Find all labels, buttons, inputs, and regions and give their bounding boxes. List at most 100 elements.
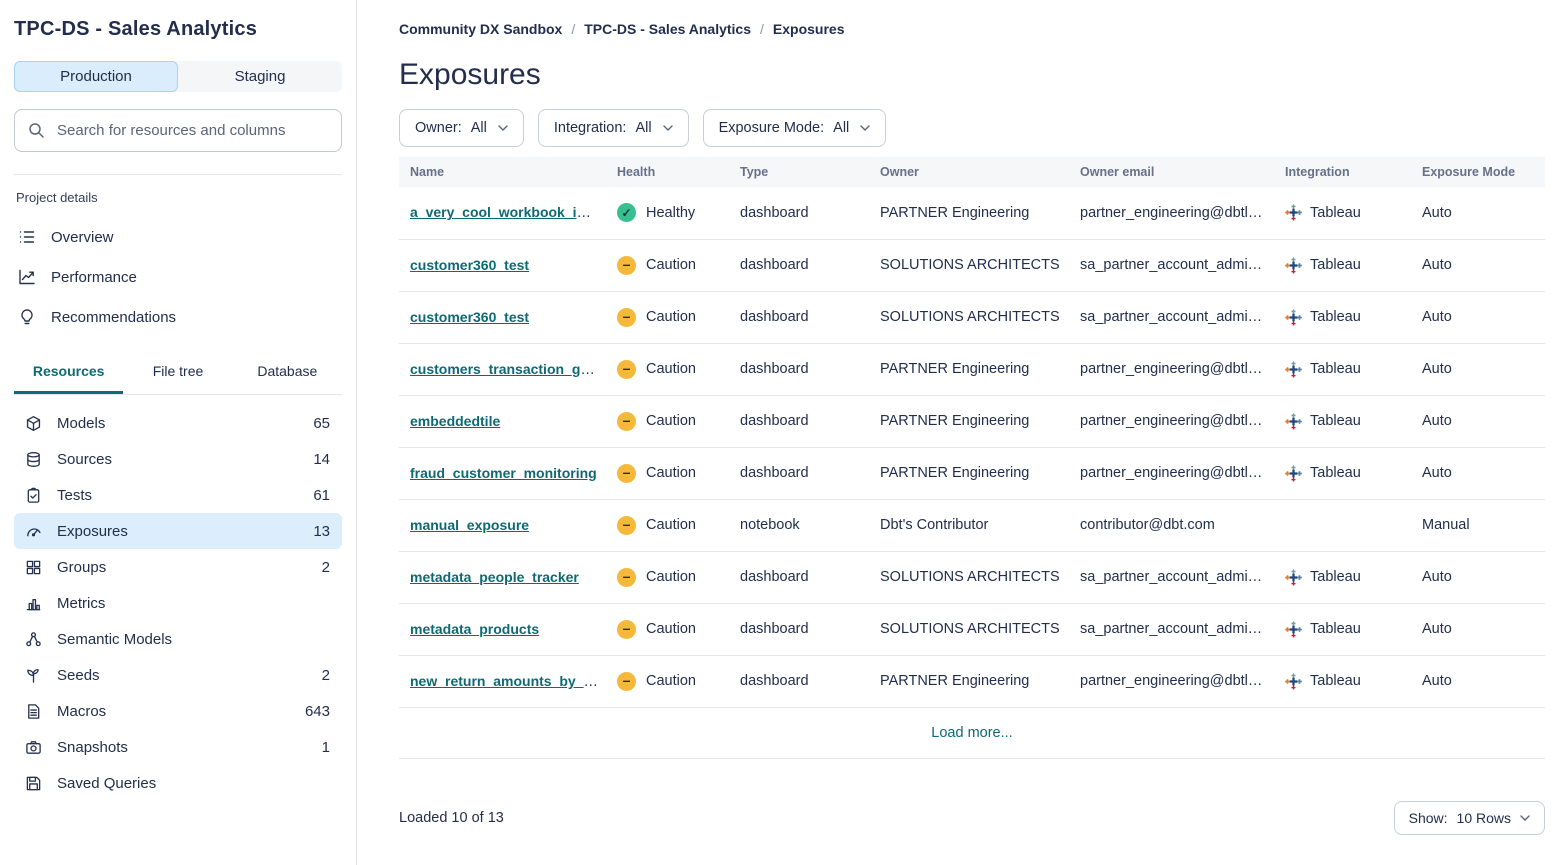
integration-filter-dropdown[interactable]: Integration: All <box>538 109 689 147</box>
exposure-name-link[interactable]: new_return_amounts_by_t… <box>410 673 602 690</box>
resource-count: 2 <box>322 559 332 576</box>
search-input[interactable] <box>55 121 328 140</box>
sidebar-item-tests[interactable]: Tests 61 <box>14 477 342 513</box>
sidebar-item-groups[interactable]: Groups 2 <box>14 549 342 585</box>
table-row: customer360_test Caution dashboard SOLUT… <box>399 239 1545 291</box>
exposure-name-link[interactable]: customers_transaction_gro… <box>410 361 606 378</box>
column-header-integration: Integration <box>1274 157 1411 187</box>
search-icon <box>28 122 45 139</box>
sidebar-item-recommendations[interactable]: Recommendations <box>14 297 342 337</box>
main-content: Community DX Sandbox / TPC-DS - Sales An… <box>357 0 1559 865</box>
exposure-name-link[interactable]: fraud_customer_monitoring <box>410 465 597 481</box>
sidebar-divider <box>14 174 342 175</box>
breadcrumb-project[interactable]: TPC-DS - Sales Analytics <box>584 21 751 37</box>
type-cell: dashboard <box>729 291 869 343</box>
gauge-icon <box>24 523 42 540</box>
table-row: embeddedtile Caution dashboard PARTNER E… <box>399 395 1545 447</box>
sidebar-item-macros[interactable]: Macros 643 <box>14 693 342 729</box>
table-row: metadata_people_tracker Caution dashboar… <box>399 551 1545 603</box>
column-header-name: Name <box>399 157 606 187</box>
health-status-label: Caution <box>646 413 696 429</box>
load-more-link[interactable]: Load more... <box>931 725 1012 741</box>
type-cell: dashboard <box>729 447 869 499</box>
type-cell: dashboard <box>729 395 869 447</box>
exposure-name-cell: a_very_cool_workbook_i_… <box>399 187 606 239</box>
integration-label: Tableau <box>1310 361 1361 377</box>
exposure-name-link[interactable]: manual_exposure <box>410 517 529 533</box>
health-status-label: Caution <box>646 361 696 377</box>
integration-cell: Tableau <box>1274 655 1411 707</box>
project-title: TPC-DS - Sales Analytics <box>14 18 342 41</box>
owner-email-cell: partner_engineering@dbtla… <box>1069 343 1274 395</box>
breadcrumb-account[interactable]: Community DX Sandbox <box>399 21 562 37</box>
integration-label: Tableau <box>1310 257 1361 273</box>
health-cell: Caution <box>606 291 729 343</box>
tableau-icon <box>1285 569 1302 586</box>
health-status-icon <box>617 672 636 691</box>
health-cell: Caution <box>606 551 729 603</box>
table-row: metadata_products Caution dashboard SOLU… <box>399 603 1545 655</box>
sidebar-item-metrics[interactable]: Metrics <box>14 585 342 621</box>
health-cell: Caution <box>606 343 729 395</box>
sidebar-item-models[interactable]: Models 65 <box>14 405 342 441</box>
integration-cell: Tableau <box>1274 447 1411 499</box>
staging-toggle-button[interactable]: Staging <box>178 61 342 92</box>
health-cell: Caution <box>606 603 729 655</box>
seedling-icon <box>24 667 42 684</box>
search-box[interactable] <box>14 109 342 152</box>
owner-cell: SOLUTIONS ARCHITECTS <box>869 551 1069 603</box>
exposure-name-link[interactable]: a_very_cool_workbook_i_… <box>410 204 598 221</box>
sidebar-item-sources[interactable]: Sources 14 <box>14 441 342 477</box>
integration-cell: Tableau <box>1274 603 1411 655</box>
exposure-name-cell: customers_transaction_gro… <box>399 343 606 395</box>
table-row: customers_transaction_gro… Caution dashb… <box>399 343 1545 395</box>
integration-cell: Tableau <box>1274 395 1411 447</box>
sidebar-item-saved-queries[interactable]: Saved Queries <box>14 765 342 801</box>
production-toggle-button[interactable]: Production <box>14 61 178 92</box>
health-status-icon <box>617 203 636 222</box>
exposure-name-link[interactable]: embeddedtile <box>410 413 500 429</box>
integration-label: Tableau <box>1310 205 1361 221</box>
health-status-icon <box>617 256 636 275</box>
exposure-name-link[interactable]: customer360_test <box>410 309 529 325</box>
type-cell: dashboard <box>729 239 869 291</box>
exposure-mode-cell: Auto <box>1411 291 1545 343</box>
owner-email-cell: sa_partner_account_admin… <box>1069 603 1274 655</box>
tab-resources[interactable]: Resources <box>14 353 123 394</box>
sidebar-item-overview[interactable]: Overview <box>14 217 342 257</box>
filter-value: All <box>833 120 849 136</box>
owner-filter-dropdown[interactable]: Owner: All <box>399 109 524 147</box>
sidebar-item-performance[interactable]: Performance <box>14 257 342 297</box>
tableau-icon <box>1285 204 1302 221</box>
health-status-icon <box>617 568 636 587</box>
exposure-name-link[interactable]: metadata_people_tracker <box>410 569 579 585</box>
sidebar-item-seeds[interactable]: Seeds 2 <box>14 657 342 693</box>
file-text-icon <box>24 703 42 720</box>
exposure-name-link[interactable]: metadata_products <box>410 621 539 637</box>
exposure-name-link[interactable]: customer360_test <box>410 257 529 273</box>
exposure-mode-cell: Auto <box>1411 603 1545 655</box>
exposure-mode-filter-dropdown[interactable]: Exposure Mode: All <box>703 109 887 147</box>
chevron-down-icon <box>1520 815 1530 821</box>
sidebar-item-label: Overview <box>51 229 114 246</box>
tab-file-tree[interactable]: File tree <box>123 353 232 394</box>
cube-icon <box>24 415 42 432</box>
bar-chart-icon <box>24 595 42 612</box>
breadcrumb-separator: / <box>571 21 575 37</box>
sidebar-item-label: Saved Queries <box>57 775 156 792</box>
tableau-icon <box>1285 309 1302 326</box>
type-cell: dashboard <box>729 655 869 707</box>
exposure-mode-cell: Auto <box>1411 343 1545 395</box>
exposure-mode-cell: Auto <box>1411 239 1545 291</box>
sidebar-item-exposures[interactable]: Exposures 13 <box>14 513 342 549</box>
resource-count: 65 <box>313 415 332 432</box>
tab-database[interactable]: Database <box>233 353 342 394</box>
show-rows-dropdown[interactable]: Show: 10 Rows <box>1394 801 1545 835</box>
health-status-icon <box>617 516 636 535</box>
tableau-icon <box>1285 361 1302 378</box>
sidebar-item-snapshots[interactable]: Snapshots 1 <box>14 729 342 765</box>
owner-email-cell: sa_partner_account_admin… <box>1069 239 1274 291</box>
sidebar-item-semantic-models[interactable]: Semantic Models <box>14 621 342 657</box>
show-label: Show: <box>1409 810 1448 826</box>
sidebar-item-label: Performance <box>51 269 137 286</box>
